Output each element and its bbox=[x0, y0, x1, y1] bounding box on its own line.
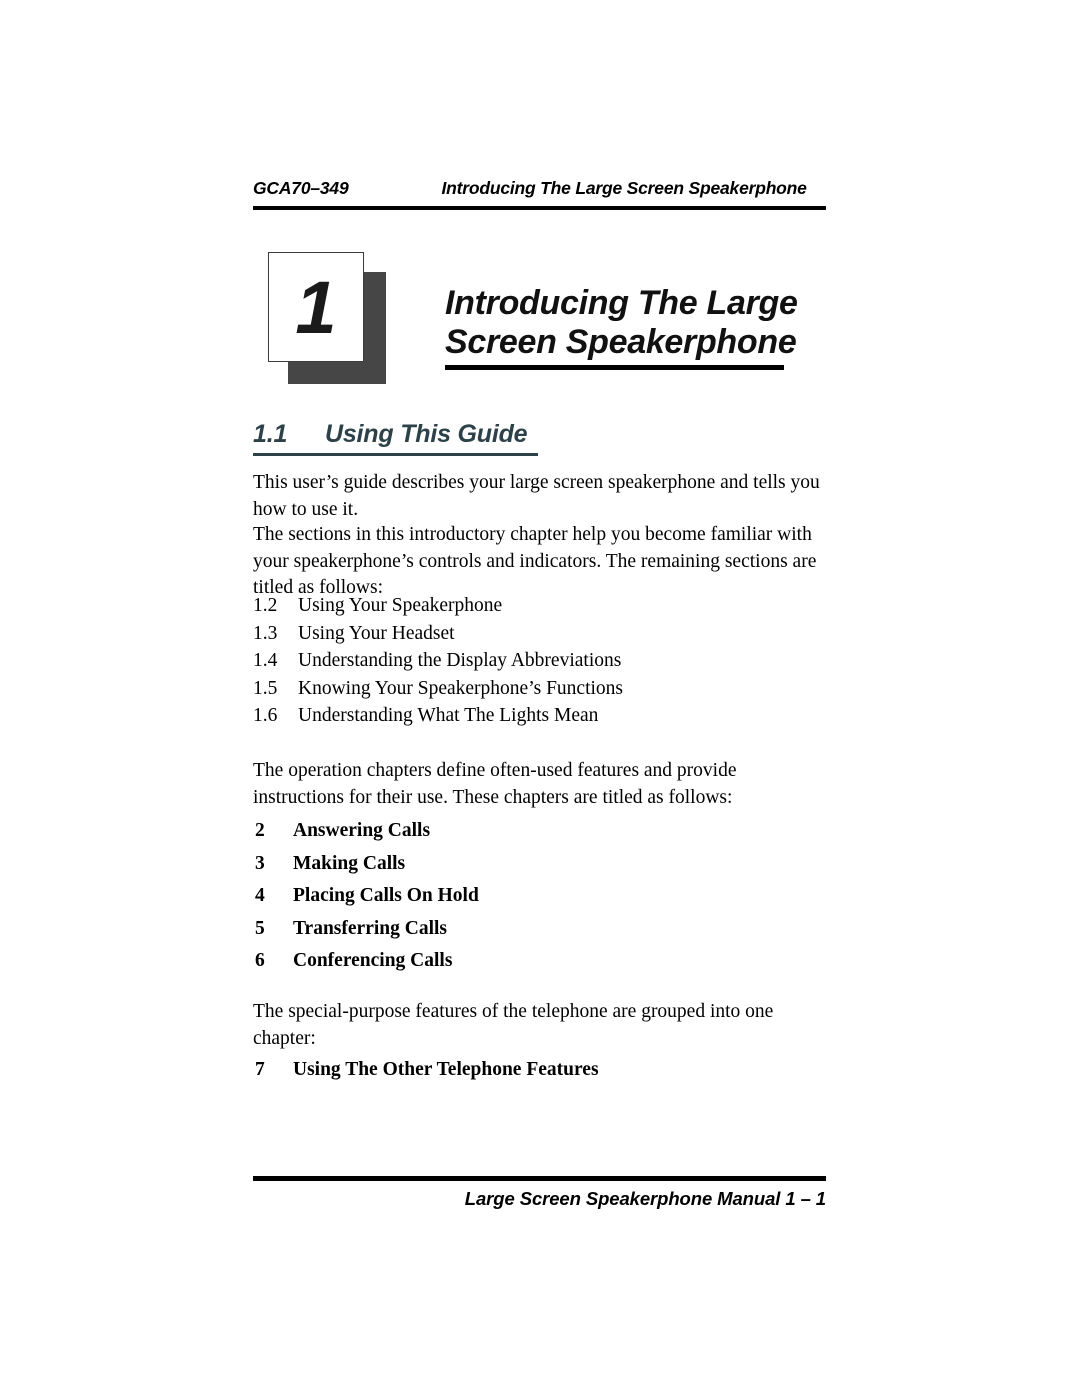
header-divider bbox=[253, 206, 826, 210]
document-id: GCA70–349 bbox=[253, 178, 349, 198]
intro-paragraph-4: The special-purpose features of the tele… bbox=[253, 1001, 774, 1049]
intro-paragraph-1-block: This user’s guide describes your large s… bbox=[253, 470, 826, 523]
list-item: 1.4 Understanding the Display Abbreviati… bbox=[253, 647, 826, 675]
list-item-label: Answering Calls bbox=[293, 820, 431, 841]
intro-paragraph-3-block: The operation chapters define often-used… bbox=[253, 758, 826, 811]
list-item-label: Understanding the Display Abbreviations bbox=[298, 650, 622, 671]
intro-paragraph-4-block: The special-purpose features of the tele… bbox=[253, 999, 826, 1052]
special-chapter-list: 7 Using The Other Telephone Features bbox=[253, 1054, 826, 1087]
section-number: 1.1 bbox=[253, 420, 288, 448]
section-reference-list: 1.2 Using Your Speakerphone 1.3 Using Yo… bbox=[253, 592, 826, 730]
chapter-title-line-2: Screen Speakerphone bbox=[445, 323, 797, 361]
page-footer: Large Screen Speakerphone Manual 1 – 1 bbox=[253, 1176, 826, 1210]
chapter-banner: 1 Introducing The Large Screen Speakerph… bbox=[253, 248, 826, 384]
list-item: 1.3 Using Your Headset bbox=[253, 620, 826, 648]
list-item-label: Transferring Calls bbox=[293, 917, 448, 939]
document-page: GCA70–349 Introducing The Large Screen S… bbox=[0, 0, 1080, 1397]
list-item: 2 Answering Calls bbox=[253, 815, 826, 848]
section-title: Using This Guide bbox=[325, 420, 528, 448]
header-row: GCA70–349 Introducing The Large Screen S… bbox=[253, 178, 826, 204]
list-item: 1.6 Understanding What The Lights Mean bbox=[253, 702, 826, 730]
list-item-label: Placing Calls On Hold bbox=[293, 885, 479, 906]
list-item-number: 1.2 bbox=[253, 595, 278, 616]
list-item-label: Using Your Speakerphone bbox=[298, 595, 503, 616]
list-item: 5 Transferring Calls bbox=[253, 913, 826, 946]
intro-paragraph-2: The sections in this introductory chapte… bbox=[253, 524, 817, 598]
list-item-number: 2 bbox=[255, 820, 265, 841]
list-item-label: Understanding What The Lights Mean bbox=[298, 705, 599, 726]
list-item: 1.2 Using Your Speakerphone bbox=[253, 592, 826, 620]
chapter-reference-list: 2 Answering Calls 3 Making Calls 4 Placi… bbox=[253, 815, 826, 978]
list-item-number: 1.4 bbox=[253, 650, 278, 671]
section-heading-row: 1.1 Using This Guide bbox=[253, 420, 826, 449]
chapter-reference-list-block: 2 Answering Calls 3 Making Calls 4 Placi… bbox=[253, 815, 826, 978]
list-item-label: Conferencing Calls bbox=[293, 950, 453, 971]
list-item-number: 1.3 bbox=[253, 622, 278, 644]
intro-paragraph-2-block: The sections in this introductory chapte… bbox=[253, 522, 826, 602]
page-header: GCA70–349 Introducing The Large Screen S… bbox=[253, 178, 826, 212]
footer-text: Large Screen Speakerphone Manual 1 – 1 bbox=[464, 1188, 826, 1209]
footer-divider bbox=[253, 1176, 826, 1181]
list-item: 4 Placing Calls On Hold bbox=[253, 880, 826, 913]
section-reference-list-block: 1.2 Using Your Speakerphone 1.3 Using Yo… bbox=[253, 592, 826, 730]
list-item: 3 Making Calls bbox=[253, 848, 826, 881]
list-item: 7 Using The Other Telephone Features bbox=[253, 1054, 826, 1087]
chapter-number-badge: 1 bbox=[268, 252, 386, 384]
chapter-title-underline bbox=[445, 365, 784, 370]
running-title: Introducing The Large Screen Speakerphon… bbox=[441, 178, 807, 198]
list-item-label: Making Calls bbox=[293, 852, 406, 874]
intro-paragraph-3: The operation chapters define often-used… bbox=[253, 760, 737, 808]
chapter-number: 1 bbox=[295, 266, 337, 349]
section-heading-underline bbox=[253, 453, 538, 456]
list-item: 1.5 Knowing Your Speakerphone’s Function… bbox=[253, 675, 826, 703]
list-item-number: 1.6 bbox=[253, 705, 278, 726]
list-item-number: 3 bbox=[255, 852, 265, 874]
list-item-number: 7 bbox=[255, 1059, 265, 1080]
section-heading: 1.1 Using This Guide bbox=[253, 420, 826, 456]
list-item-number: 4 bbox=[255, 885, 265, 906]
intro-paragraph-1: This user’s guide describes your large s… bbox=[253, 472, 820, 520]
list-item-label: Using The Other Telephone Features bbox=[293, 1059, 599, 1080]
list-item-number: 6 bbox=[255, 950, 265, 971]
list-item-label: Knowing Your Speakerphone’s Functions bbox=[298, 677, 623, 699]
list-item-number: 1.5 bbox=[253, 677, 278, 699]
list-item-label: Using Your Headset bbox=[298, 622, 455, 644]
special-chapter-list-block: 7 Using The Other Telephone Features bbox=[253, 1054, 826, 1087]
list-item-number: 5 bbox=[255, 917, 265, 939]
list-item: 6 Conferencing Calls bbox=[253, 945, 826, 978]
chapter-title: Introducing The Large Screen Speakerphon… bbox=[445, 284, 825, 370]
chapter-title-line-1: Introducing The Large bbox=[445, 284, 798, 322]
